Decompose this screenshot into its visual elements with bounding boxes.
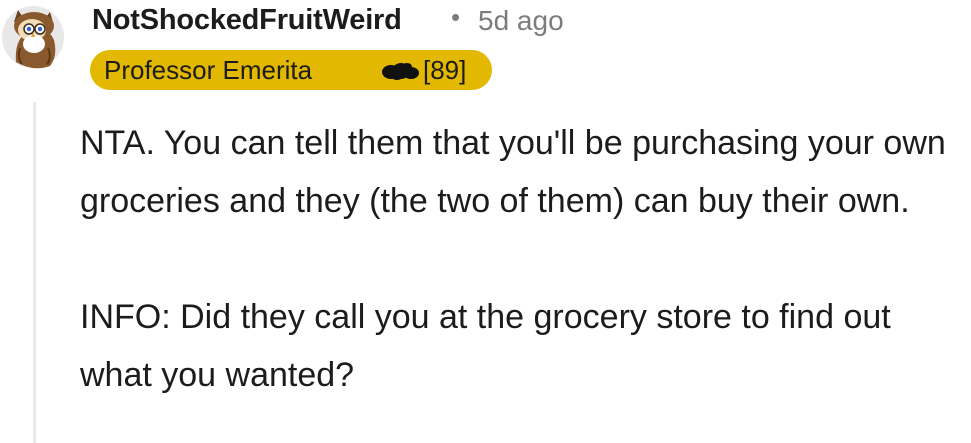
- username[interactable]: NotShockedFruitWeird: [92, 4, 402, 37]
- flair-emoji-icon: [382, 63, 419, 80]
- comment: NotShockedFruitWeird • 5d ago Professor …: [0, 0, 971, 443]
- flair-count: [89]: [423, 55, 467, 85]
- thread-line[interactable]: [33, 102, 36, 443]
- user-flair: Professor Emerita [89]: [90, 50, 492, 90]
- meta-separator: •: [451, 2, 461, 32]
- avatar[interactable]: [0, 0, 66, 70]
- snoo-owl-avatar-icon: [2, 6, 64, 69]
- flair-label: Professor Emerita: [104, 55, 313, 85]
- comment-paragraph: INFO: Did they call you at the grocery s…: [80, 298, 891, 394]
- comment-body: NTA. You can tell them that you'll be pu…: [80, 114, 965, 404]
- comment-paragraph: NTA. You can tell them that you'll be pu…: [80, 124, 946, 220]
- timestamp[interactable]: 5d ago: [478, 5, 564, 37]
